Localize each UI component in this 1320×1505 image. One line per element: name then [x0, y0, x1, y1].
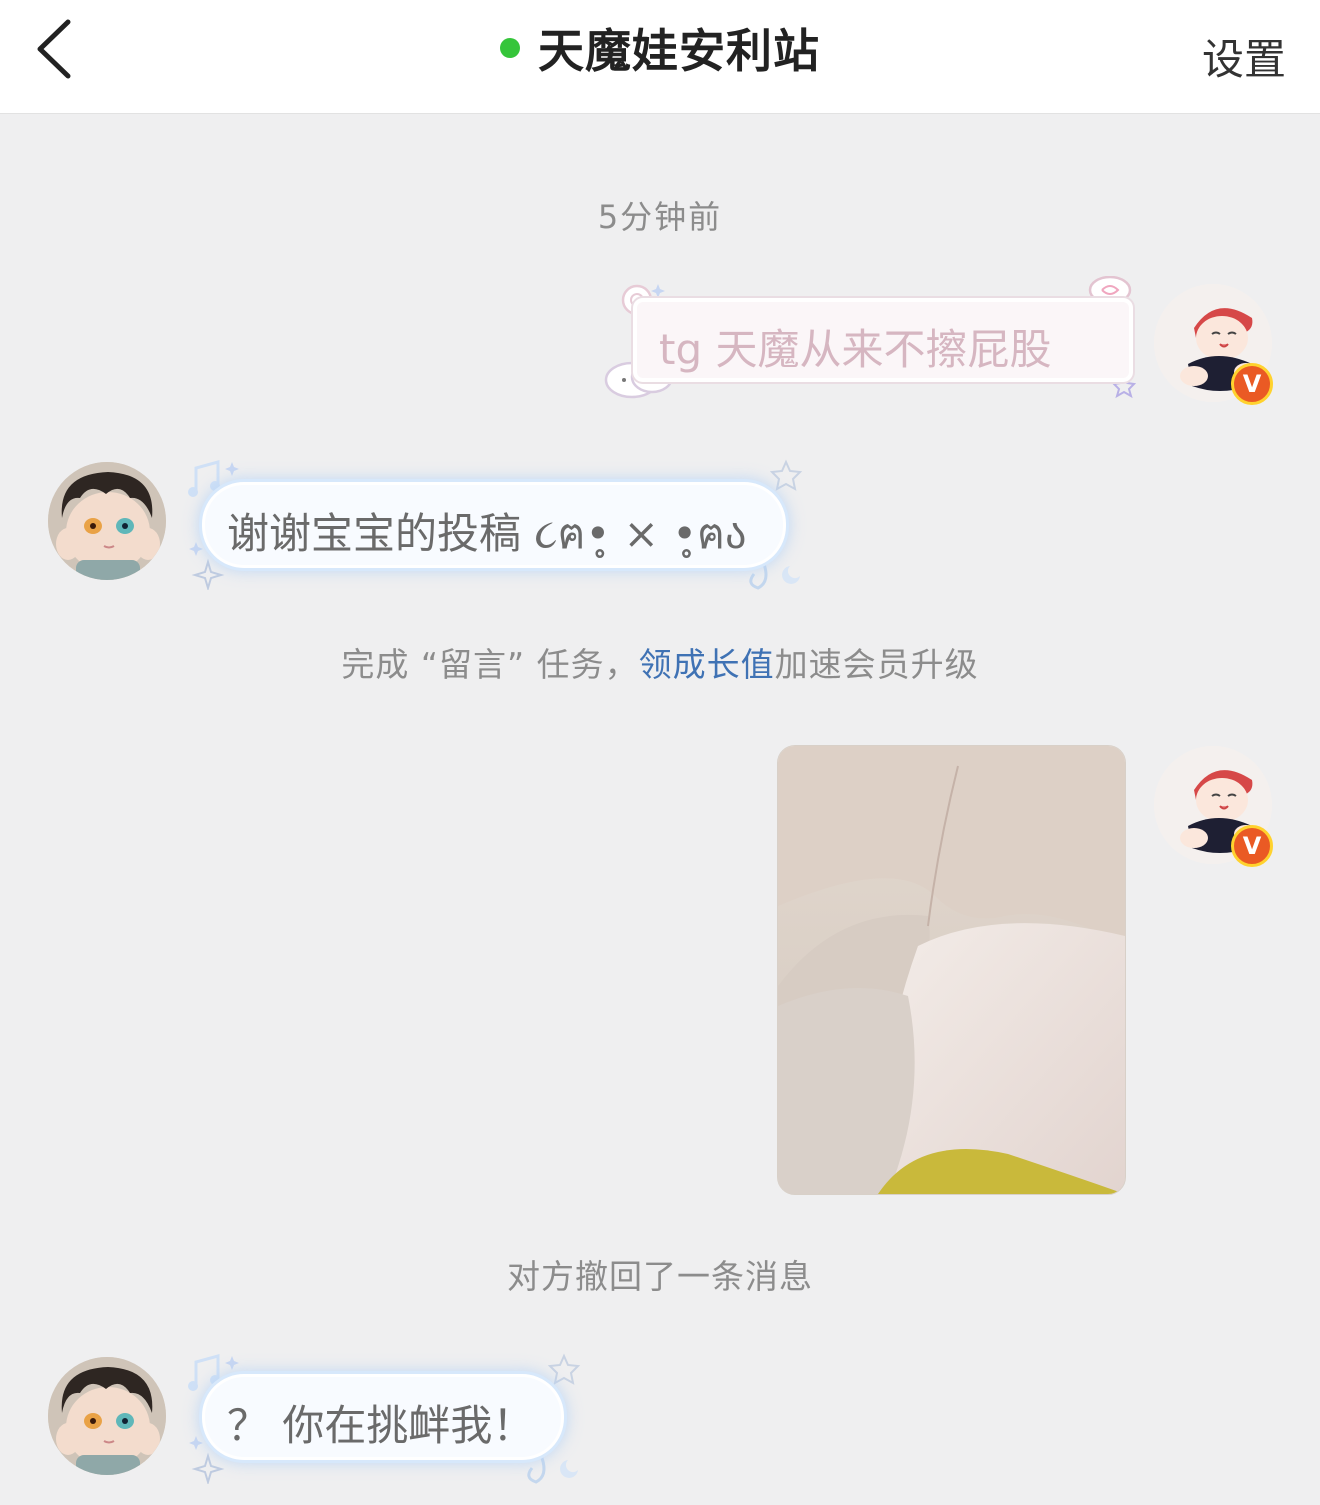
- verified-badge-icon: V: [1231, 825, 1273, 867]
- growth-value-link[interactable]: 领成长值: [639, 645, 775, 684]
- message-bubble-other[interactable]: ？ 你在挑衅我！: [202, 1374, 564, 1460]
- system-text: 加速会员升级: [774, 645, 979, 684]
- message-text: ？ 你在挑衅我！: [227, 1401, 535, 1450]
- message-bubble-self[interactable]: tg 天魔从来不擦屁股: [633, 298, 1133, 382]
- message-image[interactable]: [777, 745, 1126, 1195]
- message-bubble-other[interactable]: 谢谢宝宝的投稿 ૮ฅ•̥ × •̥ฅა: [202, 482, 786, 568]
- settings-button[interactable]: 设置: [1202, 26, 1286, 87]
- message-text: 谢谢宝宝的投稿 ૮ฅ•̥ × •̥ฅა: [227, 509, 747, 558]
- system-text: 完成 “留言” 任务，: [341, 645, 639, 684]
- system-recall-notice: 对方撤回了一条消息: [507, 1257, 813, 1296]
- chat-title: 天魔娃安利站: [538, 24, 820, 78]
- verified-badge-icon: V: [1231, 363, 1273, 405]
- title-area: 天魔娃安利站: [0, 18, 1320, 78]
- chat-header: 天魔娃安利站 设置: [0, 0, 1320, 114]
- message-timestamp: 5分钟前: [597, 198, 723, 236]
- other-avatar[interactable]: [48, 462, 166, 580]
- system-task-notice: 完成 “留言” 任务，领成长值加速会员升级: [0, 638, 1320, 686]
- online-status-dot: [500, 38, 520, 58]
- message-text: tg 天魔从来不擦屁股: [659, 325, 1052, 374]
- other-avatar[interactable]: [48, 1357, 166, 1475]
